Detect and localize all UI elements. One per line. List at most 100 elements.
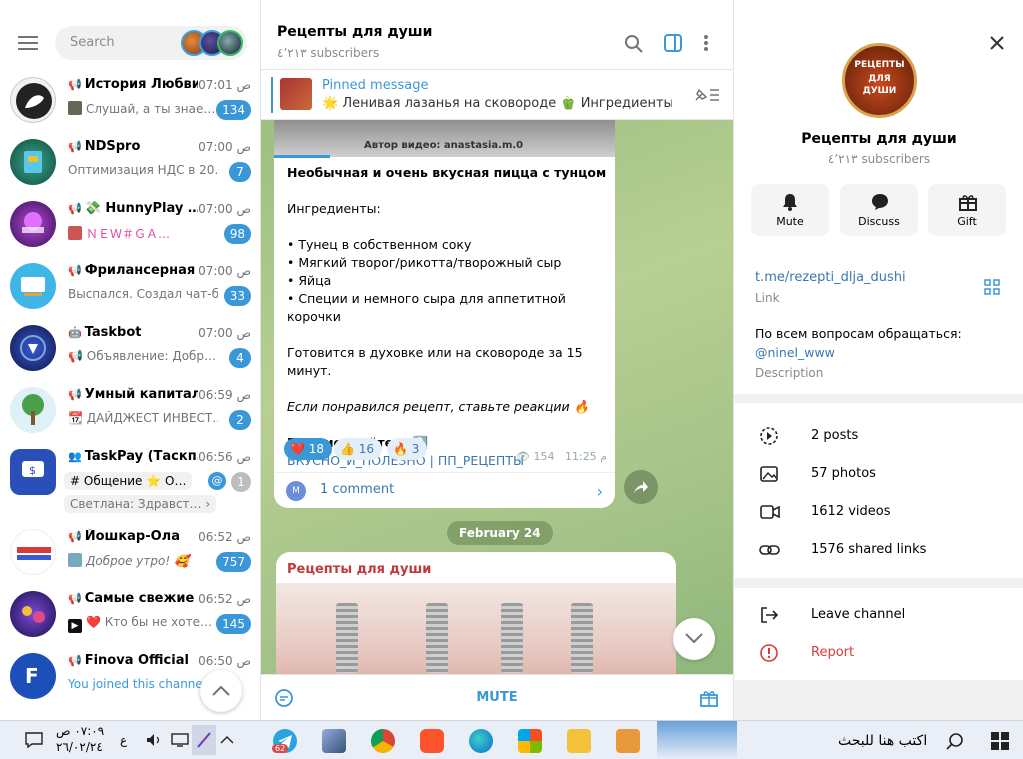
leave-icon: [761, 607, 779, 623]
chat-name: Finova Official: [84, 653, 189, 668]
pinned-list-icon[interactable]: [693, 86, 721, 104]
notification-icon[interactable]: [25, 732, 43, 748]
bell-icon: [783, 194, 797, 211]
more-icon[interactable]: [702, 33, 710, 53]
chat-avatar: [10, 77, 56, 123]
channel-info-panel: РЕЦЕПТЫ ДЛЯ ДУШИ Рецепты для души ٤٬٢١٣ …: [733, 0, 1023, 720]
stat-links[interactable]: 1576 shared links: [734, 531, 1023, 569]
description-handle[interactable]: @ninel_www: [755, 345, 835, 360]
gift-icon: [959, 195, 977, 211]
chat-avatar: [10, 529, 56, 575]
clock-time[interactable]: ٠٧:٠٩ ص: [56, 724, 104, 738]
chat-avatar: [10, 591, 56, 637]
search-input[interactable]: Search: [55, 26, 247, 60]
stat-photos[interactable]: 57 photos: [734, 455, 1023, 493]
pen-icon[interactable]: [192, 725, 216, 755]
message-bubble[interactable]: Рецепты для души: [276, 552, 676, 674]
volume-icon[interactable]: [146, 733, 162, 747]
chat-item[interactable]: 📢 Фрилансерная 07:00 ص Выспался. Создал ч…: [0, 256, 261, 318]
chat-name: Taskbot: [84, 325, 142, 340]
sidebar-toggle-icon[interactable]: [663, 33, 683, 53]
mute-button[interactable]: MUTE: [261, 690, 733, 705]
chat-name: Умный капитал: [84, 387, 198, 402]
chat-avatar: $: [10, 449, 56, 495]
chat-item[interactable]: 📢 История Любви 07:01 ص Слушай, а ты знае…: [0, 70, 261, 132]
weather-widget-icon[interactable]: [657, 721, 737, 759]
logo-text: ДУШИ: [862, 86, 897, 96]
game-icon[interactable]: [616, 729, 640, 753]
chat-preview: You joined this channel: [68, 677, 207, 691]
message-image[interactable]: [276, 583, 676, 674]
topic-label: # Общение: [70, 474, 143, 488]
chat-avatar: [10, 387, 56, 433]
edge-icon[interactable]: [469, 729, 493, 753]
clock-date[interactable]: ٢٦/٠٢/٢٤: [56, 740, 103, 754]
chat-item[interactable]: 📢 💸 HunnyPlay … 07:00 ص ＮＥＷ＃ＧＡ… 98: [0, 194, 261, 256]
file-explorer-icon[interactable]: [567, 729, 591, 753]
share-button[interactable]: [624, 470, 658, 504]
report-icon: [760, 644, 778, 662]
message-meta: 👁 154 11:25 م: [516, 450, 607, 463]
media-thumb-icon: [68, 553, 82, 567]
reaction-fire[interactable]: 🔥 3: [387, 438, 428, 460]
chat-time: 06:59 ص: [198, 388, 251, 402]
reaction-thumbs-up[interactable]: 👍 16: [334, 438, 383, 460]
store-icon[interactable]: [518, 729, 542, 753]
chat-item[interactable]: 📢 Йошкар-Ола 06:52 ص Доброе утро! 🥰 757: [0, 522, 261, 584]
chat-item[interactable]: $ 👥 TaskPay (Таскп… 06:56 ص # Общение ⭐ О…: [0, 442, 261, 520]
comments-button[interactable]: M 1 comment ›: [274, 472, 615, 508]
gift-icon[interactable]: [699, 688, 719, 708]
search-icon[interactable]: [946, 732, 964, 750]
story-avatar[interactable]: [217, 30, 243, 56]
chat-item[interactable]: 📢 NDSpro 07:00 ص Оптимизация НДС в 20… 7: [0, 132, 261, 194]
message-line: [287, 416, 609, 434]
chat-preview: ＮＥＷ＃ＧＡ…: [86, 227, 171, 241]
pinned-message-bar[interactable]: Pinned message 🌟 Ленивая лазанья на сков…: [261, 70, 733, 120]
implant-shape: [426, 603, 448, 673]
chat-avatar: [10, 263, 56, 309]
chevron-up-icon[interactable]: [220, 735, 234, 745]
chat-bubble-icon: [872, 194, 888, 210]
channel-header[interactable]: Рецепты для души ٤٬٢١٣ subscribers: [261, 0, 733, 70]
stat-posts[interactable]: 2 posts: [734, 417, 1023, 455]
windows-start-icon[interactable]: [990, 731, 1010, 751]
taskbar-search-input[interactable]: اكتب هنا للبحث: [838, 733, 927, 749]
chrome-icon[interactable]: [371, 729, 395, 753]
message-video-thumbnail[interactable]: Автор видео: anastasia.m.0: [274, 120, 615, 157]
stat-videos[interactable]: 1612 videos: [734, 493, 1023, 531]
report-button[interactable]: Report: [734, 634, 1023, 672]
menu-icon[interactable]: [18, 36, 38, 50]
reaction-heart[interactable]: ❤️ 18: [284, 438, 333, 460]
network-icon[interactable]: [171, 733, 189, 747]
close-icon[interactable]: [990, 36, 1004, 50]
report-label: Report: [811, 645, 855, 660]
stories-avatars[interactable]: [181, 30, 243, 56]
chat-name: История Любви: [84, 77, 198, 92]
topic-chip[interactable]: # Общение ⭐ О…: [64, 472, 193, 490]
mute-action-button[interactable]: Mute: [751, 184, 829, 236]
channel-subscribers: ٤٬٢١٣ subscribers: [277, 46, 380, 60]
gift-action-button[interactable]: Gift: [928, 184, 1006, 236]
chat-time: 07:00 ص: [198, 140, 251, 154]
search-icon[interactable]: [624, 34, 644, 54]
logo-text: РЕЦЕПТЫ: [854, 60, 905, 70]
leave-channel-button[interactable]: Leave channel: [734, 596, 1023, 634]
brave-icon[interactable]: [420, 729, 444, 753]
message-line: Если понравился рецепт, ставьте реакции …: [287, 399, 590, 414]
channel-link[interactable]: t.me/rezepti_dlja_dushi: [755, 270, 906, 285]
qr-code-icon[interactable]: [984, 279, 1000, 295]
scroll-up-button[interactable]: [200, 670, 242, 712]
chat-item[interactable]: 📢Самые свежие … 06:52 ص ▶ ❤️ Кто бы не хо…: [0, 584, 261, 646]
pinned-indicator: [271, 77, 273, 113]
scroll-down-button[interactable]: [673, 618, 715, 660]
info-title: Рецепты для души: [801, 131, 957, 147]
unread-badge: 134: [216, 100, 251, 120]
discuss-action-button[interactable]: Discuss: [840, 184, 918, 236]
chat-item[interactable]: 🤖 Taskbot 07:00 ص 📢 Объявление: Добр… 4: [0, 318, 261, 380]
app-icon[interactable]: [322, 729, 346, 753]
unread-badge: 757: [216, 552, 251, 572]
chat-item[interactable]: 📢 Умный капитал 06:59 ص 📆 ДАЙДЖЕСТ ИНВЕСТ…: [0, 380, 261, 442]
discuss-action-label: Discuss: [858, 215, 900, 228]
message-bubble[interactable]: Автор видео: anastasia.m.0 Необычная и о…: [274, 120, 615, 508]
language-indicator[interactable]: ع: [120, 733, 127, 747]
